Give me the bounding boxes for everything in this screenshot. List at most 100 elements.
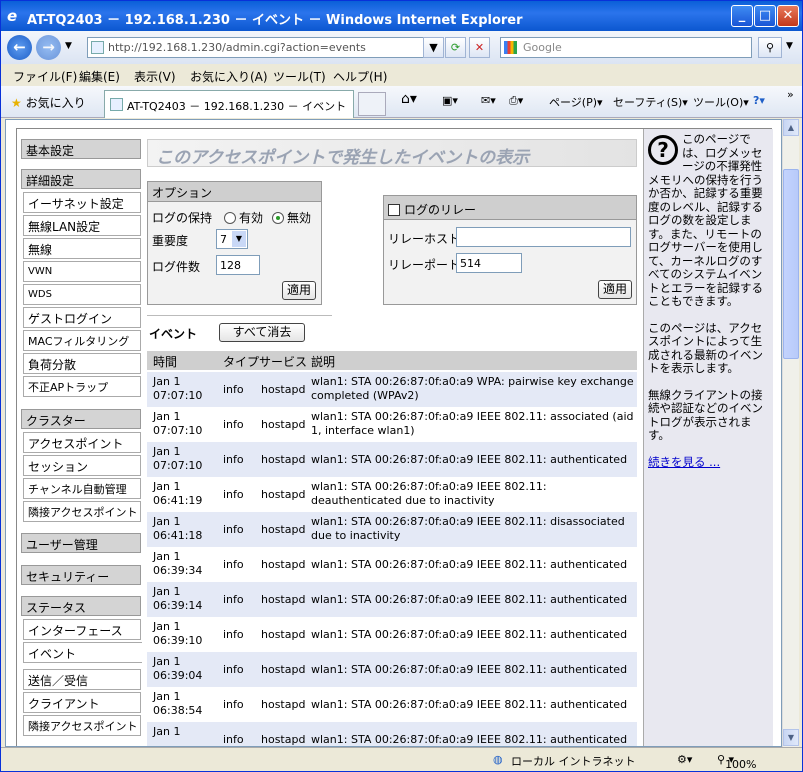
sidebar-item-wlan[interactable]: 無線LAN設定 xyxy=(23,215,141,236)
relay-host-input[interactable] xyxy=(456,227,631,247)
refresh-button[interactable]: ⟳ xyxy=(445,37,466,58)
scroll-down-icon[interactable]: ▼ xyxy=(783,729,799,746)
menu-view[interactable]: 表示(V) xyxy=(134,68,176,85)
sidebar-security[interactable]: セキュリティー xyxy=(21,565,141,585)
event-type: info xyxy=(223,383,244,396)
severity-label: 重要度 xyxy=(152,234,189,248)
relay-header-label: ログのリレー xyxy=(404,203,477,217)
table-row: Jan 1 06:38:54 info hostapd wlan1: STA 00:26… xyxy=(147,687,637,722)
search-button[interactable]: ⚲ xyxy=(758,37,782,58)
event-datetime: Jan 1 07:07:10 xyxy=(153,375,202,403)
sidebar-status[interactable]: ステータス xyxy=(21,596,141,616)
sidebar-item-sessions[interactable]: セッション xyxy=(23,455,141,476)
maximize-button[interactable]: □ xyxy=(754,5,776,27)
protected-mode-icon[interactable]: ⚙▾ xyxy=(677,753,692,766)
relay-apply-button[interactable]: 適用 xyxy=(598,280,632,299)
vertical-scrollbar[interactable]: ▲ ▼ xyxy=(782,119,799,747)
menu-file[interactable]: ファイル(F) xyxy=(13,68,77,85)
log-keep-enabled-radio[interactable]: 有効 xyxy=(224,209,263,226)
sidebar-item-load-balance[interactable]: 負荷分散 xyxy=(23,353,141,374)
menu-favorites[interactable]: お気に入り(A) xyxy=(190,68,268,85)
relay-port-input[interactable]: 514 xyxy=(456,253,522,273)
sidebar-cluster[interactable]: クラスター xyxy=(21,409,141,429)
col-description: 説明 xyxy=(311,355,336,369)
new-tab-button[interactable] xyxy=(358,92,386,116)
favorites-button[interactable]: ★ お気に入り xyxy=(11,94,86,111)
navigation-bar: ← → ▼ http://192.168.1.230/admin.cgi?act… xyxy=(1,31,802,64)
event-datetime: Jan 1 06:41:19 xyxy=(153,480,202,508)
page-menu[interactable]: ページ(P)▾ xyxy=(549,94,603,110)
minimize-button[interactable]: _ xyxy=(731,5,753,27)
search-input[interactable]: Google xyxy=(500,37,752,58)
log-count-input[interactable]: 128 xyxy=(216,255,260,275)
sidebar-user-management[interactable]: ユーザー管理 xyxy=(21,533,141,553)
tools-menu[interactable]: ツール(O)▾ xyxy=(693,94,749,110)
sidebar-item-wds[interactable]: WDS xyxy=(23,284,141,305)
mail-icon[interactable]: ✉▾ xyxy=(481,94,496,107)
sidebar-item-events[interactable]: イベント xyxy=(23,642,142,663)
log-keep-disabled-radio[interactable]: 無効 xyxy=(272,209,311,226)
zoom-control[interactable]: ⚲ 100% ▾ xyxy=(717,753,757,771)
sidebar-item-guest-login[interactable]: ゲストログイン xyxy=(23,307,141,328)
scroll-thumb[interactable] xyxy=(783,169,799,359)
table-row: Jan 1 06:39:14 info hostapd wlan1: STA 00:26… xyxy=(147,582,637,617)
sidebar-item-interfaces[interactable]: インターフェース xyxy=(23,619,141,640)
print-icon[interactable]: ⎙▾ xyxy=(509,94,523,108)
clear-all-button[interactable]: すべて消去 xyxy=(219,323,305,342)
severity-select[interactable]: 7 ▼ xyxy=(216,229,248,249)
history-dropdown-icon[interactable]: ▼ xyxy=(65,41,72,51)
event-description: wlan1: STA 00:26:87:0f:a0:a9 IEEE 802.11… xyxy=(311,480,547,507)
sidebar-item-tx-rx[interactable]: 送信／受信 xyxy=(23,669,141,690)
home-icon[interactable]: ⌂▾ xyxy=(401,91,417,107)
browser-tab[interactable]: AT-TQ2403 － 192.168.1.230 － イベント xyxy=(104,90,354,118)
event-datetime: Jan 1 07:07:10 xyxy=(153,410,202,438)
event-datetime: Jan 1 06:39:04 xyxy=(153,655,202,683)
read-more-link[interactable]: 続きを見る ... xyxy=(648,455,720,469)
relay-checkbox[interactable] xyxy=(388,204,400,216)
event-time: 06:38:54 xyxy=(153,704,203,717)
menu-edit[interactable]: 編集(E) xyxy=(79,68,120,85)
chevron-more-icon[interactable]: » xyxy=(787,88,794,101)
options-apply-button[interactable]: 適用 xyxy=(282,281,316,300)
sidebar-item-neighbor-ap[interactable]: 隣接アクセスポイント xyxy=(23,501,141,522)
sidebar-basic-settings[interactable]: 基本設定 xyxy=(21,139,141,159)
help-text-3: 無線クライアントの接続や認証などのイベントログが表示されます。 xyxy=(648,387,763,442)
feeds-icon[interactable]: ▣▾ xyxy=(442,94,458,107)
event-description: wlan1: STA 00:26:87:0f:a0:a9 IEEE 802.11… xyxy=(311,453,628,466)
safety-menu[interactable]: セーフティ(S)▾ xyxy=(613,94,688,110)
event-date: Jan 1 xyxy=(153,550,181,563)
severity-value: 7 xyxy=(220,233,227,246)
divider xyxy=(147,315,332,316)
menu-help[interactable]: ヘルプ(H) xyxy=(333,68,387,85)
sidebar-item-status-neighbor-ap[interactable]: 隣接アクセスポイント xyxy=(23,715,141,736)
sidebar-item-rogue-ap[interactable]: 不正APトラップ xyxy=(23,376,141,397)
sidebar-item-mac-filter[interactable]: MACフィルタリング xyxy=(23,330,141,351)
search-options-icon[interactable]: ▼ xyxy=(786,41,793,51)
event-service: hostapd xyxy=(261,698,306,711)
scroll-up-icon[interactable]: ▲ xyxy=(783,119,799,136)
help-icon[interactable]: ?▾ xyxy=(753,94,765,107)
stop-button[interactable]: ✕ xyxy=(469,37,490,58)
sidebar-item-ethernet[interactable]: イーサネット設定 xyxy=(23,192,141,213)
sidebar-item-channel-mgmt[interactable]: チャンネル自動管理 xyxy=(23,478,141,499)
sidebar-advanced-settings[interactable]: 詳細設定 xyxy=(21,169,141,189)
address-dropdown-button[interactable]: ▼ xyxy=(423,37,444,58)
favorites-bar: ★ お気に入り AT-TQ2403 － 192.168.1.230 － イベント… xyxy=(1,86,802,118)
sidebar-item-wireless[interactable]: 無線 xyxy=(23,238,141,259)
sidebar-item-clients[interactable]: クライアント xyxy=(23,692,141,713)
relay-header[interactable]: ログのリレー xyxy=(384,196,636,220)
browser-window: e AT-TQ2403 － 192.168.1.230 － イベント － Win… xyxy=(0,0,803,772)
event-service: hostapd xyxy=(261,628,306,641)
zone-label: ローカル イントラネット xyxy=(511,755,636,768)
sidebar-item-vwn[interactable]: VWN xyxy=(23,261,141,282)
sidebar-item-access-points[interactable]: アクセスポイント xyxy=(23,432,141,453)
event-time: 06:39:04 xyxy=(153,669,203,682)
page-content: 基本設定 詳細設定 イーサネット設定 無線LAN設定 無線 VWN WDS ゲス… xyxy=(5,119,782,747)
menu-tools[interactable]: ツール(T) xyxy=(273,68,326,85)
page-title: このアクセスポイントで発生したイベントの表示 xyxy=(147,139,637,168)
address-bar[interactable]: http://192.168.1.230/admin.cgi?action=ev… xyxy=(87,37,441,58)
forward-button[interactable]: → xyxy=(36,35,61,60)
event-description: wlan1: STA 00:26:87:0f:a0:a9 IEEE 802.11… xyxy=(311,698,628,711)
back-button[interactable]: ← xyxy=(7,35,32,60)
close-button[interactable]: ✕ xyxy=(777,5,799,27)
